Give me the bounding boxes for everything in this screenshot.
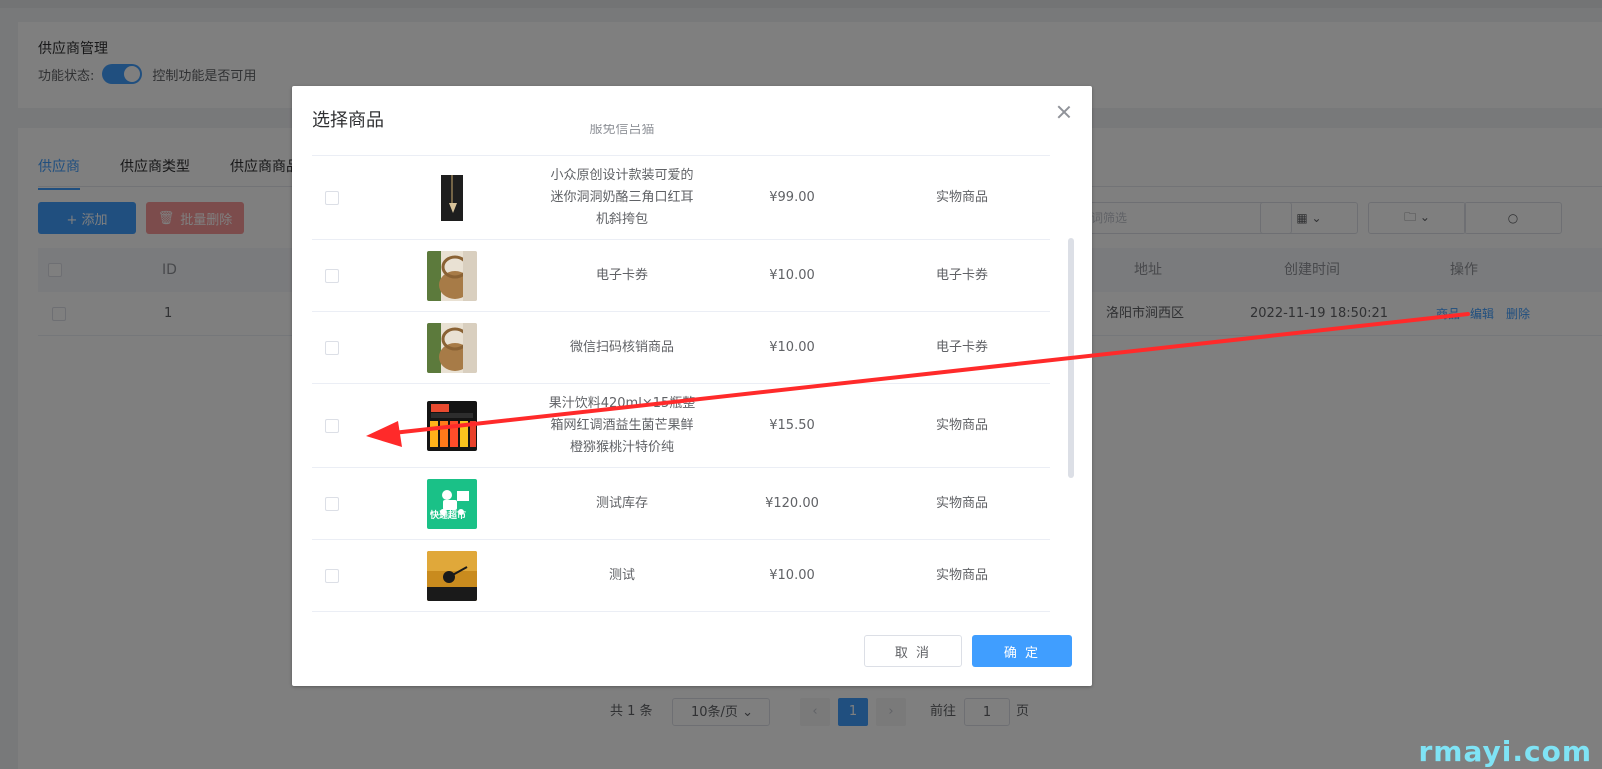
basket-image [427, 322, 477, 373]
thumb-cell [422, 312, 482, 383]
product-name-line: 橙猕猴桃汁特价纯 [569, 439, 674, 455]
list-item: 微信扫码核销商品 ¥10.00 电子卡券 [312, 312, 1050, 384]
partial-product-name: 服免信吕猫 [589, 124, 655, 137]
thumb-cell [422, 540, 482, 611]
bag-image [427, 172, 477, 223]
product-checkbox[interactable] [325, 340, 339, 355]
product-name-line: 电子卡券 [595, 267, 648, 283]
checkbox-cell [312, 312, 352, 383]
product-list-inner: 服免信吕猫 小众原创设计款装可爱的 迷你洞洞奶酪三角口红耳 机斜挎包 ¥99.00 实物… [312, 124, 1050, 612]
product-checkbox[interactable] [325, 190, 339, 205]
product-checkbox[interactable] [325, 268, 339, 283]
product-type: 电子卡券 [935, 339, 988, 355]
product-type: 实物商品 [935, 417, 988, 433]
product-name-line: 微信扫码核销商品 [569, 339, 674, 355]
product-name-line: 测试 [608, 567, 635, 583]
product-name: 微信扫码核销商品 [512, 312, 732, 383]
product-name: 测试 [512, 540, 732, 611]
thumb-cell [422, 240, 482, 311]
product-checkbox[interactable] [325, 568, 339, 583]
list-item-partial: 服免信吕猫 [312, 124, 1050, 156]
list-item: 测试 ¥10.00 实物商品 [312, 540, 1050, 612]
product-name-line: 测试库存 [595, 495, 648, 511]
list-item: 果汁饮料420ml×15瓶整 箱网红调酒益生菌芒果鲜 橙猕猴桃汁特价纯 ¥15.50 实… [312, 384, 1050, 468]
product-price: ¥99.00 [769, 189, 815, 205]
product-price: ¥15.50 [769, 417, 815, 433]
product-price: ¥10.00 [769, 339, 815, 355]
checkbox-cell [312, 540, 352, 611]
product-name: 果汁饮料420ml×15瓶整 箱网红调酒益生菌芒果鲜 橙猕猴桃汁特价纯 [512, 384, 732, 467]
close-icon[interactable] [1056, 104, 1072, 120]
juice-image [427, 400, 477, 451]
list-item: 快递超市 测试库存 ¥120.00 实物商品 [312, 468, 1050, 540]
delivery-logo-image: 快递超市 [427, 478, 477, 529]
thumb-text: 快递超市 [430, 510, 467, 521]
sunset-image [427, 550, 477, 601]
product-name: 电子卡券 [512, 240, 732, 311]
product-price: ¥10.00 [769, 267, 815, 283]
product-name-line: 果汁饮料420ml×15瓶整 [548, 395, 696, 411]
list-scrollbar[interactable] [1068, 238, 1074, 478]
cancel-button[interactable]: 取 消 [864, 635, 962, 667]
product-price: ¥120.00 [765, 495, 819, 511]
confirm-button[interactable]: 确 定 [972, 635, 1072, 667]
thumb-cell [422, 384, 482, 467]
product-name: 小众原创设计款装可爱的 迷你洞洞奶酪三角口红耳 机斜挎包 [512, 156, 732, 239]
list-item: 小众原创设计款装可爱的 迷你洞洞奶酪三角口红耳 机斜挎包 ¥99.00 实物商品 [312, 156, 1050, 240]
product-price: ¥10.00 [769, 567, 815, 583]
product-checkbox[interactable] [325, 418, 339, 433]
product-name-line: 小众原创设计款装可爱的 [550, 167, 694, 183]
list-item: 电子卡券 ¥10.00 电子卡券 [312, 240, 1050, 312]
product-checkbox[interactable] [325, 496, 339, 511]
basket-image [427, 250, 477, 301]
product-type: 实物商品 [935, 495, 988, 511]
product-name-line: 迷你洞洞奶酪三角口红耳 [550, 189, 694, 205]
checkbox-cell [312, 384, 352, 467]
select-product-dialog: 选择商品 服免信吕猫 小众原创设计款装可爱的 迷你洞洞奶酪三角口红耳 机斜挎包 ¥99… [292, 86, 1092, 686]
product-name: 测试库存 [512, 468, 732, 539]
thumb-cell [422, 156, 482, 239]
product-type: 实物商品 [935, 567, 988, 583]
thumb-cell: 快递超市 [422, 468, 482, 539]
product-type: 电子卡券 [935, 267, 988, 283]
product-name-line: 箱网红调酒益生菌芒果鲜 [550, 417, 694, 433]
product-type: 实物商品 [935, 189, 988, 205]
product-list: 服免信吕猫 小众原创设计款装可爱的 迷你洞洞奶酪三角口红耳 机斜挎包 ¥99.00 实物… [312, 124, 1050, 634]
product-name-line: 机斜挎包 [595, 211, 648, 227]
watermark-logo: rmayi.com [1418, 735, 1592, 768]
checkbox-cell [312, 468, 352, 539]
checkbox-cell [312, 156, 352, 239]
checkbox-cell [312, 240, 352, 311]
